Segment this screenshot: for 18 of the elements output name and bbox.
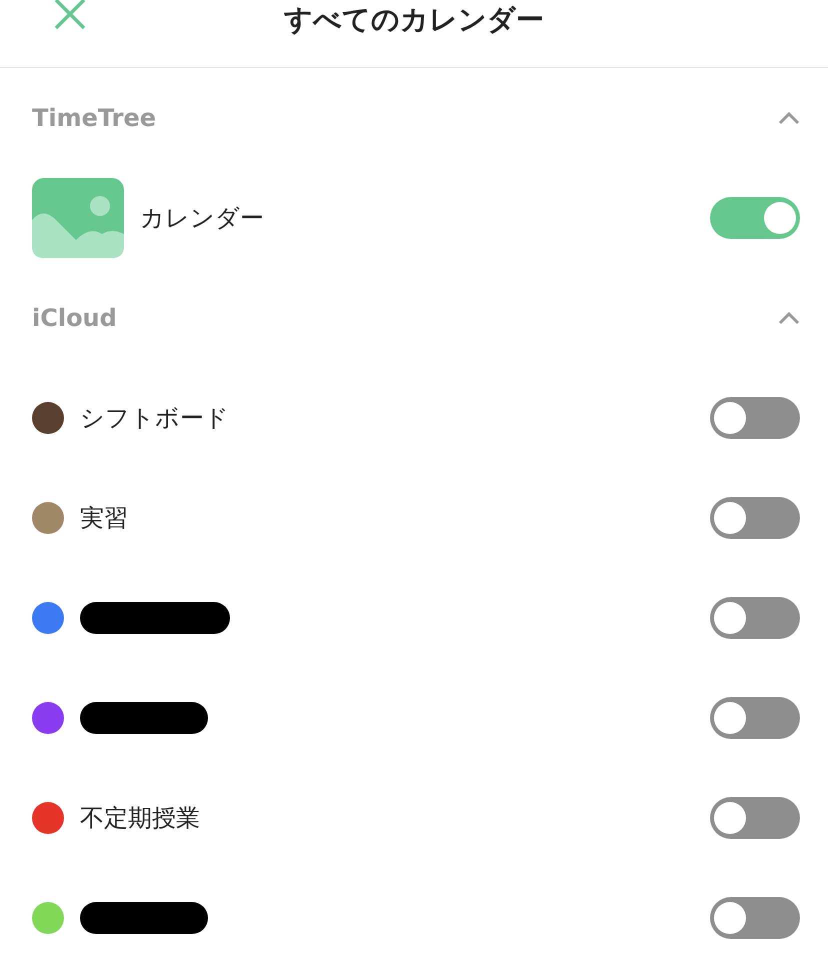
toggle-switch[interactable] xyxy=(710,697,800,739)
section-title: iCloud xyxy=(32,304,117,332)
picture-icon xyxy=(32,178,124,258)
section-title: TimeTree xyxy=(32,104,156,132)
toggle-switch[interactable] xyxy=(710,197,800,239)
toggle-switch[interactable] xyxy=(710,797,800,839)
screen-title: すべてのカレンダー xyxy=(284,2,544,38)
close-button[interactable] xyxy=(52,0,88,32)
chevron-icon[interactable] xyxy=(778,311,800,325)
chevron-icon[interactable] xyxy=(778,111,800,125)
toggle-switch[interactable] xyxy=(710,497,800,539)
toggle-switch[interactable] xyxy=(710,397,800,439)
calendar-name: 不定期授業 xyxy=(80,803,201,834)
calendar-name: シフトボード xyxy=(80,403,230,434)
calendar-name: 実習 xyxy=(80,503,129,534)
calendar-name: カレンダー xyxy=(140,203,265,234)
toggle-switch[interactable] xyxy=(710,897,800,939)
toggle-switch[interactable] xyxy=(710,597,800,639)
